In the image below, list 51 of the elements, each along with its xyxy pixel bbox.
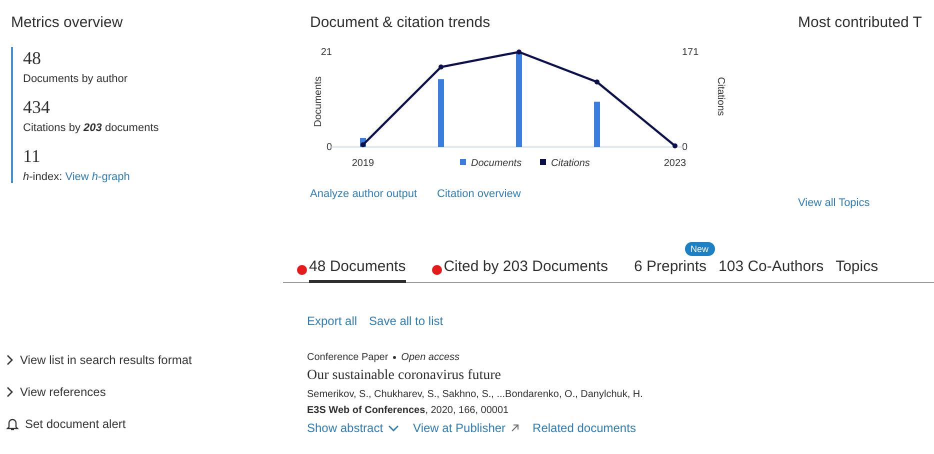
side-action-link[interactable]: Set document alert — [6, 417, 307, 431]
chart-link[interactable]: Citation overview — [437, 188, 521, 200]
document-link[interactable]: View at Publisher — [413, 421, 519, 435]
metric-value: 11 — [23, 145, 42, 167]
tab[interactable]: 6 Preprints — [634, 258, 707, 283]
view-topics-link[interactable]: View all Topics — [798, 197, 870, 209]
h-graph-link[interactable]: View h-graph — [65, 171, 130, 183]
metric-label: Documents by author — [23, 73, 129, 85]
list-action-link[interactable]: Save all to list — [369, 314, 444, 328]
chart-link[interactable]: Analyze author output — [310, 188, 418, 200]
section-title: Metrics overview — [11, 13, 124, 31]
data-point — [672, 143, 678, 148]
document-link[interactable]: Show abstract — [307, 421, 400, 435]
new-badge: New — [684, 242, 715, 256]
section-title: Document & citation trends — [310, 13, 492, 31]
data-point — [516, 50, 522, 54]
external-link-icon — [510, 424, 519, 432]
document-source: E3S Web of Conferences, 2020, 166, 00001 — [307, 405, 510, 416]
axis-tick-label: 21 — [320, 47, 332, 58]
data-point — [594, 80, 600, 84]
document-type: Conference Paper — [307, 352, 388, 363]
list-action-link[interactable]: Export all — [307, 314, 358, 328]
axis-tick-label: 171 — [682, 47, 699, 58]
metric-label: h-index: — [23, 171, 62, 183]
metric-label: Citations by 203 documents — [23, 122, 160, 134]
metric-value: 434 — [23, 96, 51, 118]
legend-label: Citations — [551, 158, 590, 169]
side-action-link[interactable]: View list in search results format — [6, 353, 307, 367]
axis-title: Citations — [715, 77, 726, 116]
axis-tick-label: 2023 — [664, 158, 686, 169]
chevron-icon — [6, 386, 14, 398]
access-label: Open access — [401, 352, 460, 363]
tab[interactable]: 48 Documents — [309, 258, 406, 283]
legend-label: Documents — [471, 158, 522, 169]
axis-title: Documents — [313, 76, 324, 127]
data-point — [438, 64, 444, 70]
side-action-link[interactable]: View references — [6, 385, 307, 399]
document-title[interactable]: Our sustainable coronavirus future — [307, 368, 934, 384]
data-point — [360, 142, 366, 148]
metric-value: 48 — [23, 47, 42, 69]
chevron-down-icon — [388, 424, 400, 432]
section-title: Most contributed T — [798, 13, 923, 31]
tab[interactable]: Cited by 203 Documents — [444, 258, 608, 283]
chevron-icon — [6, 354, 14, 366]
separator-dot — [393, 356, 396, 359]
bell-icon — [6, 417, 19, 431]
tab[interactable]: 103 Co-Authors — [718, 258, 824, 283]
document-authors: Semerikov, S., Chukharev, S., Sakhno, S., ...Bondarenko, O., Danylchuk, H. — [307, 389, 644, 400]
document-link[interactable]: Related documents — [532, 421, 636, 435]
axis-tick-label: 2019 — [352, 158, 374, 169]
tab[interactable]: Topics — [836, 258, 878, 283]
